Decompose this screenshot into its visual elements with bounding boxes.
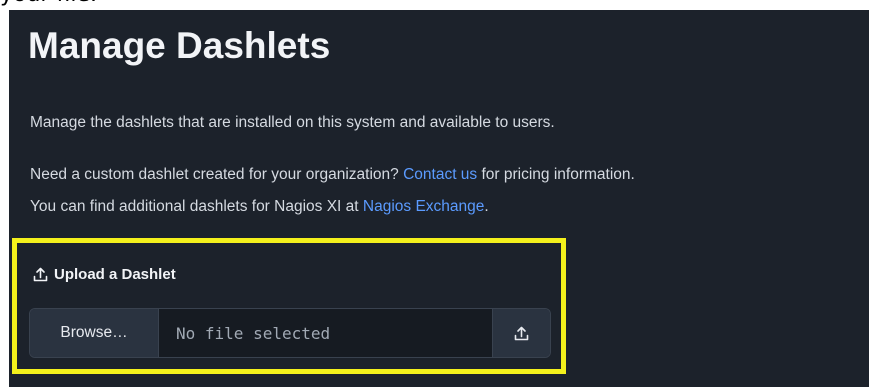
exchange-suffix: . xyxy=(484,198,489,215)
browse-button[interactable]: Browse… xyxy=(30,309,159,357)
intro-description: Manage the dashlets that are installed o… xyxy=(30,110,555,136)
manage-dashlets-panel: Manage Dashlets Manage the dashlets that… xyxy=(9,10,869,387)
upload-icon xyxy=(32,266,49,283)
top-strip-text: your file. xyxy=(0,0,97,9)
nagios-exchange-link[interactable]: Nagios Exchange xyxy=(363,198,485,215)
upload-dashlet-heading-label: Upload a Dashlet xyxy=(54,266,176,283)
custom-dashlet-line: Need a custom dashlet created for your o… xyxy=(30,162,635,188)
file-upload-group: Browse… No file selected xyxy=(29,308,551,358)
upload-submit-button[interactable] xyxy=(492,309,550,357)
upload-dashlet-heading: Upload a Dashlet xyxy=(32,266,176,283)
exchange-prefix: You can find additional dashlets for Nag… xyxy=(30,198,363,215)
contact-us-link[interactable]: Contact us xyxy=(403,166,477,183)
exchange-line: You can find additional dashlets for Nag… xyxy=(30,194,489,220)
page-title: Manage Dashlets xyxy=(28,25,331,66)
upload-icon xyxy=(513,325,530,342)
custom-dashlet-suffix: for pricing information. xyxy=(477,166,635,183)
top-strip: your file. xyxy=(0,0,869,10)
file-name-field[interactable]: No file selected xyxy=(159,309,492,357)
intro-description-text: Manage the dashlets that are installed o… xyxy=(30,114,555,131)
custom-dashlet-prefix: Need a custom dashlet created for your o… xyxy=(30,166,404,183)
